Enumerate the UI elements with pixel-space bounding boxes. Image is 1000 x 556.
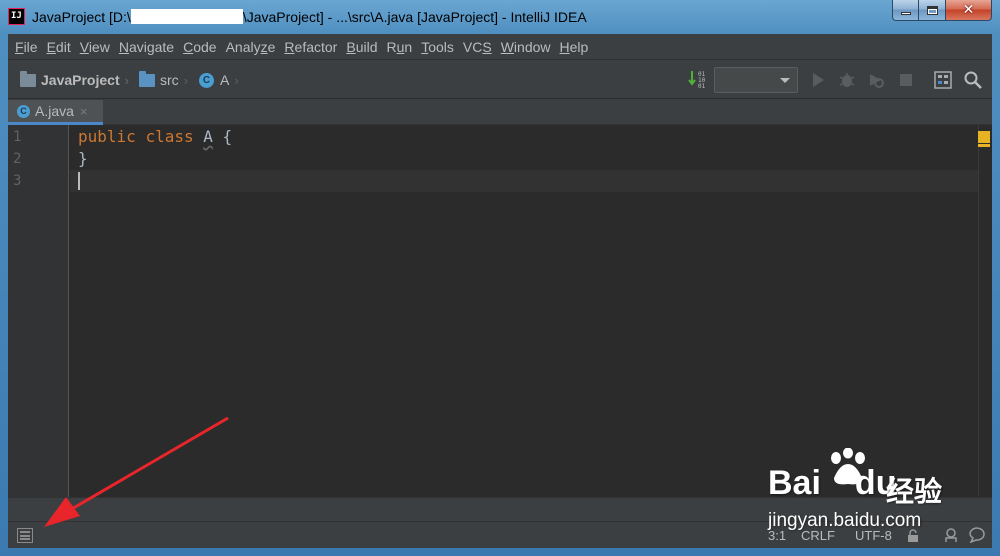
breadcrumb-src[interactable]: src › xyxy=(139,70,189,88)
breadcrumb-separator: › xyxy=(183,72,189,88)
debug-icon[interactable] xyxy=(837,70,857,90)
minimize-icon xyxy=(900,11,911,15)
run-icon[interactable] xyxy=(808,70,828,90)
keyword-class: class xyxy=(145,127,194,146)
warning-stripe[interactable] xyxy=(978,144,990,147)
watermark-brand-cn: 经验 xyxy=(886,475,943,508)
breadcrumb-class-label: A xyxy=(220,72,230,88)
code-line-1: public class A { xyxy=(78,127,232,146)
breadcrumb-project-label: JavaProject xyxy=(41,72,120,88)
breadcrumb-class[interactable]: C A › xyxy=(199,72,239,88)
line-number: 1 xyxy=(13,129,22,145)
code-editor[interactable]: 1 2 3 public class A { } xyxy=(8,125,992,497)
breadcrumb-separator: › xyxy=(124,72,129,88)
menu-bar: File Edit View Navigate Code Analyze Ref… xyxy=(8,34,992,59)
text-caret xyxy=(78,172,80,190)
window-title: JavaProject [D:\ \JavaProject] - ...\src\… xyxy=(32,9,587,25)
breadcrumb-src-label: src xyxy=(160,72,179,88)
line-number-gutter: 1 2 3 xyxy=(8,125,69,497)
project-structure-icon[interactable] xyxy=(933,70,953,90)
editor-tab-bar: C A.java × xyxy=(8,100,992,125)
search-icon[interactable] xyxy=(963,70,983,90)
menu-navigate[interactable]: Navigate xyxy=(116,39,180,55)
menu-edit[interactable]: Edit xyxy=(44,39,77,55)
navigation-bar: JavaProject › src › C A › 01 10 01 xyxy=(8,59,992,99)
current-line-highlight xyxy=(70,170,992,192)
minimize-button[interactable] xyxy=(892,0,919,21)
menu-window[interactable]: Window xyxy=(498,39,557,55)
coverage-icon[interactable] xyxy=(866,70,886,90)
title-bar[interactable]: IJ JavaProject [D:\ \JavaProject] - ...\s… xyxy=(0,0,1000,34)
keyword-public: public xyxy=(78,127,136,146)
menu-code[interactable]: Code xyxy=(180,39,222,55)
project-folder-icon xyxy=(20,70,36,87)
menu-help[interactable]: Help xyxy=(557,39,595,55)
tab-close-icon[interactable]: × xyxy=(80,104,88,119)
breadcrumb-project[interactable]: JavaProject › xyxy=(20,70,129,88)
intellij-logo-icon: IJ xyxy=(8,8,25,25)
open-brace: { xyxy=(222,127,233,146)
menu-view[interactable]: View xyxy=(77,39,116,55)
code-line-2: } xyxy=(78,149,88,168)
maximize-icon xyxy=(926,5,938,15)
watermark-brand: Bai du xyxy=(768,464,897,502)
class-name: A xyxy=(203,127,213,146)
class-icon: C xyxy=(199,72,214,88)
menu-build[interactable]: Build xyxy=(343,39,383,55)
tool-windows-toggle-icon[interactable] xyxy=(17,528,33,543)
svg-text:01: 01 xyxy=(698,83,706,89)
close-icon: ✕ xyxy=(962,2,975,18)
close-brace: } xyxy=(78,149,88,168)
menu-run[interactable]: Run xyxy=(384,39,419,55)
warning-marker-icon[interactable] xyxy=(978,131,990,143)
menu-analyze[interactable]: Analyze xyxy=(223,39,282,55)
close-window-button[interactable]: ✕ xyxy=(946,0,992,21)
menu-refactor[interactable]: Refactor xyxy=(281,39,343,55)
maximize-button[interactable] xyxy=(919,0,946,21)
source-folder-icon xyxy=(139,70,155,87)
stop-icon[interactable] xyxy=(896,70,916,90)
tab-a-java[interactable]: C A.java × xyxy=(8,100,103,125)
redacted-path xyxy=(130,9,243,24)
sort-icon[interactable]: 01 10 01 xyxy=(688,69,708,89)
line-number: 2 xyxy=(13,151,22,167)
run-configuration-select[interactable] xyxy=(714,67,798,93)
menu-vcs[interactable]: VCS xyxy=(460,39,498,55)
menu-tools[interactable]: Tools xyxy=(418,39,460,55)
line-number: 3 xyxy=(13,173,22,189)
menu-file[interactable]: File xyxy=(12,39,44,55)
editor-scrollbar[interactable] xyxy=(978,125,992,497)
window-controls: ✕ xyxy=(892,0,992,21)
tab-label: A.java xyxy=(35,103,74,119)
breadcrumb-separator: › xyxy=(234,72,239,88)
baidu-watermark: Bai du 经验 jingyan.baidu.com xyxy=(768,448,988,538)
chevron-down-icon xyxy=(780,78,790,83)
class-icon: C xyxy=(17,104,30,118)
watermark-url: jingyan.baidu.com xyxy=(768,510,922,531)
